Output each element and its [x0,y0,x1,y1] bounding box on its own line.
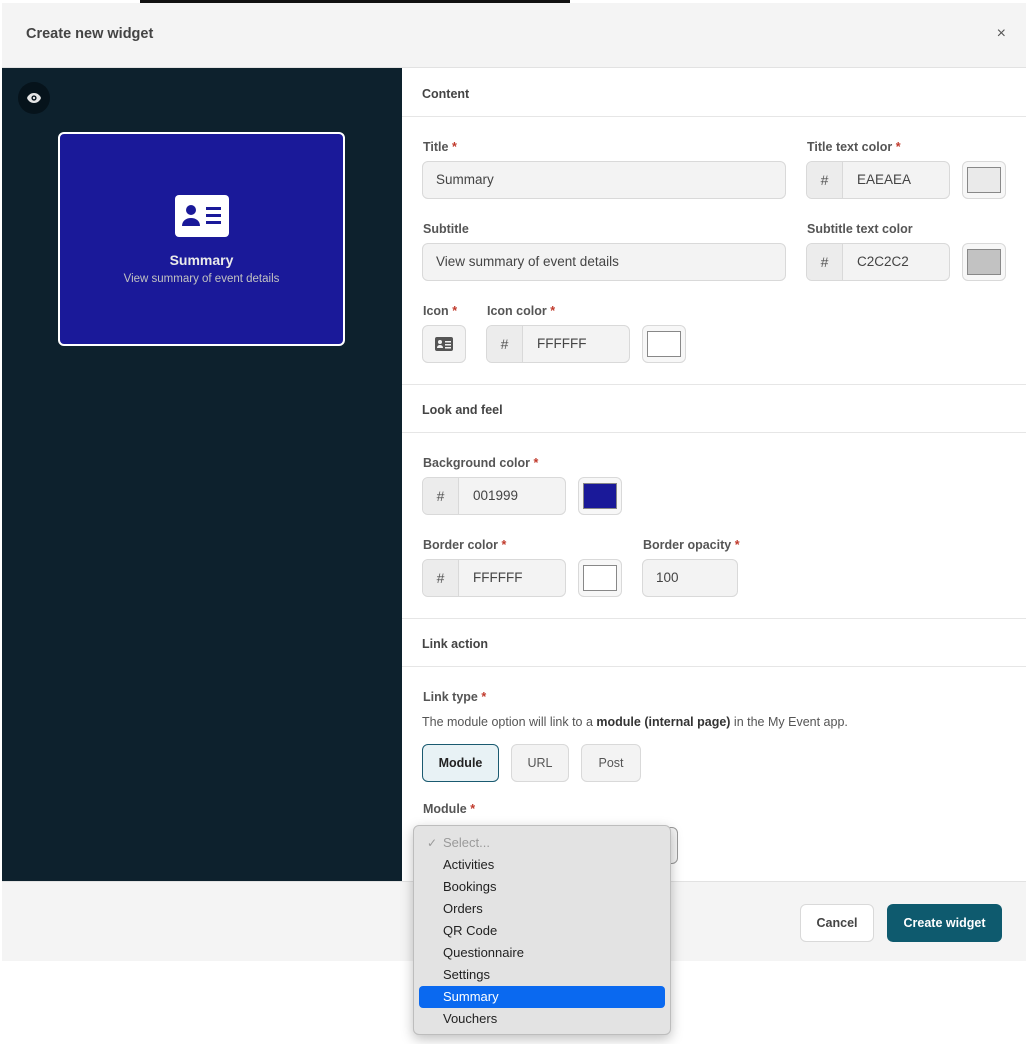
dropdown-option-placeholder[interactable]: ✓ Select... [419,832,665,854]
module-label: Module * [423,802,476,816]
subtitle-input[interactable]: View summary of event details [422,243,786,281]
divider [402,384,1026,385]
background-color-input[interactable]: # 001999 [422,477,566,515]
link-type-url-button[interactable]: URL [511,744,569,782]
color-swatch [967,167,1001,193]
id-card-icon [435,337,453,351]
subtitle-color-label: Subtitle text color [807,222,913,236]
dropdown-option-selected[interactable]: Summary [419,986,665,1008]
border-color-label: Border color * [423,538,507,552]
link-type-module-button[interactable]: Module [422,744,499,782]
title-color-label: Title text color * [807,140,901,154]
border-opacity-label: Border opacity * [643,538,740,552]
dropdown-option[interactable]: Settings [419,964,665,986]
link-type-post-button[interactable]: Post [581,744,641,782]
dropdown-option[interactable]: Orders [419,898,665,920]
modal-header: Create new widget × [2,3,1026,68]
border-color-value: FFFFFF [473,570,523,585]
icon-color-label: Icon color * [487,304,556,318]
icon-color-value: FFFFFF [537,336,587,351]
dropdown-option[interactable]: QR Code [419,920,665,942]
background-color-swatch-button[interactable] [578,477,622,515]
section-content-title: Content [422,87,470,101]
icon-label: Icon * [423,304,458,318]
widget-form: Content Title * Summary Title text color… [402,68,1026,881]
widget-preview-card: Summary View summary of event details [58,132,345,346]
color-swatch [583,483,617,509]
dropdown-option[interactable]: Questionnaire [419,942,665,964]
title-color-input[interactable]: # EAEAEA [806,161,950,199]
id-card-icon [175,195,229,237]
icon-color-input[interactable]: # FFFFFF [486,325,630,363]
cancel-button[interactable]: Cancel [800,904,874,942]
dropdown-option[interactable]: Vouchers [419,1008,665,1030]
hash-prefix: # [487,326,523,362]
divider [402,432,1026,433]
widget-preview-title: Summary [169,252,234,268]
widget-preview-panel: Summary View summary of event details [2,68,402,881]
border-opacity-input[interactable]: 100 [642,559,738,597]
background-color-value: 001999 [473,488,519,503]
eye-icon [27,93,41,103]
hash-prefix: # [423,478,459,514]
subtitle-color-swatch-button[interactable] [962,243,1006,281]
modal-title: Create new widget [26,26,154,42]
dropdown-option[interactable]: Bookings [419,876,665,898]
section-link-action-title: Link action [422,637,488,651]
divider [402,116,1026,117]
hash-prefix: # [423,560,459,596]
link-type-hint: The module option will link to a module … [422,715,848,729]
preview-toggle-button[interactable] [18,82,50,114]
color-swatch [583,565,617,591]
title-input[interactable]: Summary [422,161,786,199]
close-button[interactable]: × [997,25,1006,43]
subtitle-color-value: C2C2C2 [857,254,909,269]
widget-preview-subtitle: View summary of event details [123,273,280,285]
divider [402,666,1026,667]
module-dropdown-menu: ✓ Select... Activities Bookings Orders Q… [413,825,671,1035]
create-widget-modal: Create new widget × Summary View summary… [2,3,1026,961]
color-swatch [967,249,1001,275]
section-look-and-feel-title: Look and feel [422,403,503,417]
hash-prefix: # [807,244,843,280]
color-swatch [647,331,681,357]
subtitle-color-input[interactable]: # C2C2C2 [806,243,950,281]
icon-picker-button[interactable] [422,325,466,363]
background-color-label: Background color * [423,456,539,470]
icon-color-swatch-button[interactable] [642,325,686,363]
divider [402,618,1026,619]
link-type-label: Link type * [423,690,487,704]
title-label: Title * [423,140,457,154]
title-color-swatch-button[interactable] [962,161,1006,199]
title-color-value: EAEAEA [857,172,912,187]
border-color-input[interactable]: # FFFFFF [422,559,566,597]
hash-prefix: # [807,162,843,198]
dropdown-option[interactable]: Activities [419,854,665,876]
checkmark-icon: ✓ [427,836,438,850]
create-widget-button[interactable]: Create widget [887,904,1002,942]
border-color-swatch-button[interactable] [578,559,622,597]
subtitle-label: Subtitle [423,222,469,236]
